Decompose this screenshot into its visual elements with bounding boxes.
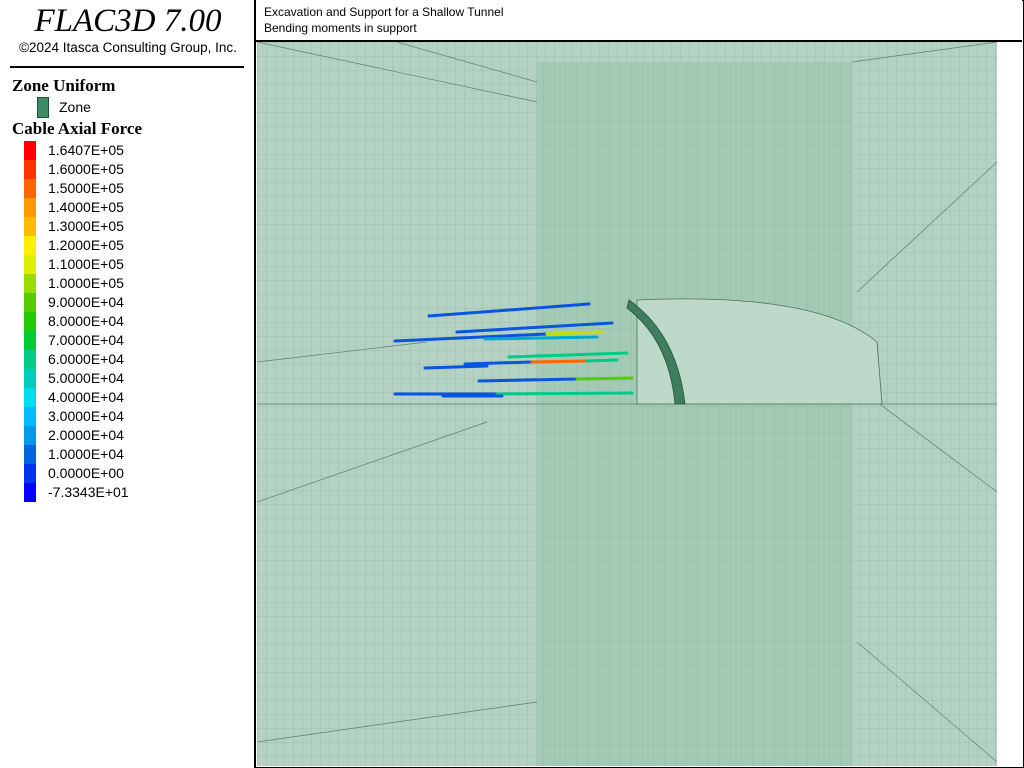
colorbar-swatch xyxy=(24,464,36,483)
model-viewport[interactable] xyxy=(257,42,1022,766)
colorbar-swatch xyxy=(24,388,36,407)
zone-color-swatch xyxy=(37,97,49,118)
colorbar-label: 1.1000E+05 xyxy=(48,256,124,272)
copyright-text: ©2024 Itasca Consulting Group, Inc. xyxy=(19,40,237,55)
colorbar-label: 1.3000E+05 xyxy=(48,218,124,234)
colorbar-swatch xyxy=(24,255,36,274)
colorbar-swatch xyxy=(24,407,36,426)
colorbar-swatch xyxy=(24,236,36,255)
colorbar-swatch xyxy=(24,331,36,350)
colorbar-swatch xyxy=(24,445,36,464)
colorbar-swatch xyxy=(24,350,36,369)
colorbar-label: 3.0000E+04 xyxy=(48,408,124,424)
colorbar-swatch xyxy=(24,141,36,160)
colorbar-swatch xyxy=(24,179,36,198)
legend-panel: FLAC3D 7.00 ©2024 Itasca Consulting Grou… xyxy=(0,0,256,768)
colorbar-swatch xyxy=(24,160,36,179)
colorbar-label: 9.0000E+04 xyxy=(48,294,124,310)
app-title: FLAC3D 7.00 xyxy=(34,3,222,39)
colorbar-label: 6.0000E+04 xyxy=(48,351,124,367)
zone-legend-heading: Zone Uniform xyxy=(12,76,116,95)
colorbar-swatch xyxy=(24,369,36,388)
colorbar-label: 1.4000E+05 xyxy=(48,199,124,215)
colorbar-label: 1.6407E+05 xyxy=(48,142,124,158)
colorbar-swatch xyxy=(24,274,36,293)
colorbar-label: 8.0000E+04 xyxy=(48,313,124,329)
plot-title: Excavation and Support for a Shallow Tun… xyxy=(264,5,504,19)
colorbar-label: 1.6000E+05 xyxy=(48,161,124,177)
legend-divider xyxy=(10,66,244,68)
zone-legend-label: Zone xyxy=(59,99,91,115)
colorbar-swatch xyxy=(24,217,36,236)
colorbar-label: 4.0000E+04 xyxy=(48,389,124,405)
colorbar-swatch xyxy=(24,312,36,331)
colorbar-label: 2.0000E+04 xyxy=(48,427,124,443)
plot-subtitle: Bending moments in support xyxy=(264,21,417,35)
colorbar-swatch xyxy=(24,483,36,502)
colorbar-swatch xyxy=(24,426,36,445)
colorbar-label: 7.0000E+04 xyxy=(48,332,124,348)
model-block-front-mesh xyxy=(537,62,852,766)
colorbar-label: 1.5000E+05 xyxy=(48,180,124,196)
colorbar-swatch xyxy=(24,198,36,217)
cable-legend-heading: Cable Axial Force xyxy=(12,119,142,138)
colorbar-label: 1.0000E+05 xyxy=(48,275,124,291)
colorbar-label: 1.0000E+04 xyxy=(48,446,124,462)
colorbar-label: 0.0000E+00 xyxy=(48,465,124,481)
colorbar-swatch xyxy=(24,293,36,312)
plot-title-box: Excavation and Support for a Shallow Tun… xyxy=(256,0,1022,42)
colorbar-label: -7.3343E+01 xyxy=(48,484,129,500)
colorbar-label: 5.0000E+04 xyxy=(48,370,124,386)
colorbar-label: 1.2000E+05 xyxy=(48,237,124,253)
